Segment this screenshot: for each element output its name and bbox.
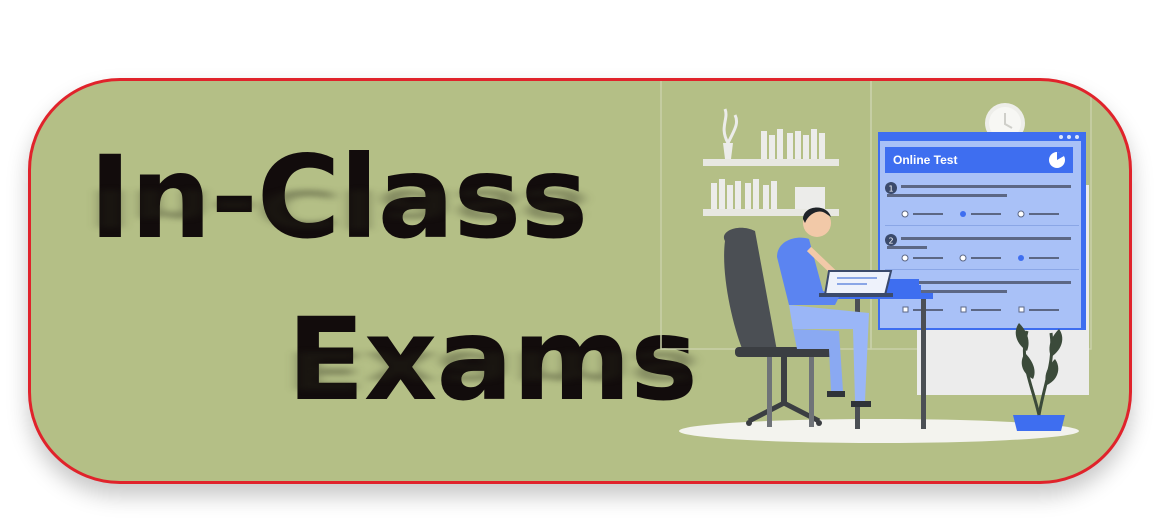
bookshelf	[703, 108, 839, 216]
pie-chart-icon	[1049, 151, 1065, 168]
banner: In-Class In-Class Exams Exams Online Tes…	[28, 78, 1132, 484]
title-text-1: In-Class	[89, 131, 588, 264]
online-test-illustration: Online Test 1 2	[660, 81, 1092, 443]
title-text-2: Exams	[287, 293, 698, 426]
question-number-2: 2	[888, 237, 893, 246]
laptop-icon	[819, 270, 893, 297]
title-line-2: Exams Exams	[287, 303, 698, 417]
title-line-1: In-Class In-Class	[89, 141, 588, 255]
screen-title: Online Test	[893, 153, 957, 167]
stage: In-Class In-Class Exams Exams Online Tes…	[0, 0, 1161, 522]
online-test-screen: Online Test 1 2	[878, 132, 1086, 330]
question-number-1: 1	[888, 185, 893, 194]
